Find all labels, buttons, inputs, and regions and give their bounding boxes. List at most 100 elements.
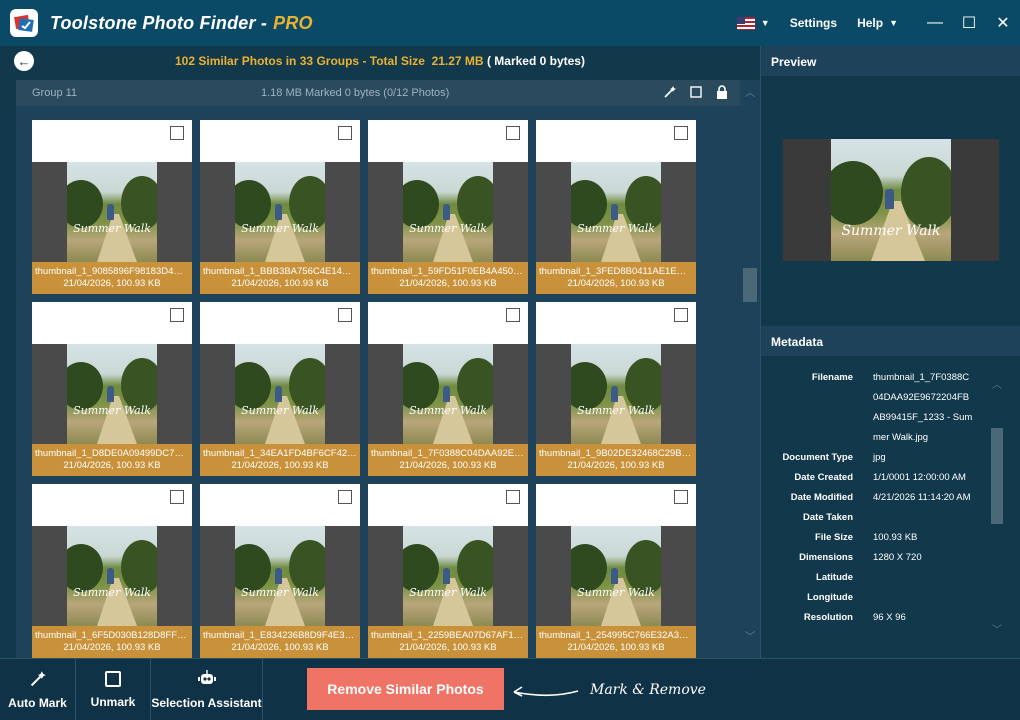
photo-card[interactable]: Summer Walk thumbnail_1_59FD51F0EB4A4507C… bbox=[368, 120, 528, 294]
photo-checkbox[interactable] bbox=[506, 308, 520, 322]
photo-filename: thumbnail_1_D8DE0A09499DC76D... bbox=[35, 448, 192, 459]
metadata-key: Date Created bbox=[794, 472, 853, 483]
photo-checkbox[interactable] bbox=[674, 490, 688, 504]
photo-thumbnail[interactable]: Summer Walk bbox=[200, 344, 360, 444]
language-flag-icon[interactable] bbox=[736, 16, 755, 30]
photo-checkbox[interactable] bbox=[674, 308, 688, 322]
photo-card[interactable]: Summer Walk thumbnail_1_9085896F98183D4A2… bbox=[32, 120, 192, 294]
metadata-row: Resolution 96 X 96 bbox=[761, 608, 991, 628]
photo-filename: thumbnail_1_59FD51F0EB4A4507C... bbox=[371, 266, 528, 277]
metadata-scrollbar-thumb[interactable] bbox=[991, 428, 1003, 524]
photo-footer: thumbnail_1_6F5D030B128D8FF8B... 21/04/20… bbox=[32, 626, 192, 658]
selection-assistant-button[interactable]: Selection Assistant bbox=[151, 659, 263, 720]
remove-similar-photos-button[interactable]: Remove Similar Photos bbox=[307, 668, 504, 710]
metadata-row: Filename thumbnail_1_7F0388C04DAA92E96722… bbox=[761, 368, 991, 448]
unmark-checkbox-icon bbox=[105, 671, 121, 687]
metadata-row: Latitude bbox=[761, 568, 991, 588]
photo-caption: Summer Walk bbox=[73, 222, 151, 235]
group-name: Group 11 bbox=[32, 87, 78, 99]
photo-thumbnail[interactable]: Summer Walk bbox=[200, 526, 360, 626]
group-scrollbar[interactable]: ︿ ﹀ bbox=[740, 80, 760, 658]
lock-icon[interactable] bbox=[714, 84, 730, 100]
photo-checkbox[interactable] bbox=[170, 126, 184, 140]
unmark-button[interactable]: Unmark bbox=[76, 659, 151, 720]
auto-mark-label: Auto Mark bbox=[8, 696, 67, 710]
metadata-value: 96 X 96 bbox=[873, 612, 906, 623]
photo-checkbox[interactable] bbox=[170, 308, 184, 322]
language-dropdown-caret-icon[interactable]: ▼ bbox=[761, 18, 770, 28]
maximize-button[interactable]: ☐ bbox=[952, 0, 986, 46]
photo-footer: thumbnail_1_9B02DE32468C29B22... 21/04/20… bbox=[536, 444, 696, 476]
photo-caption: Summer Walk bbox=[409, 586, 487, 599]
photo-thumbnail[interactable]: Summer Walk bbox=[32, 526, 192, 626]
mark-remove-hint: Mark & Remove bbox=[590, 682, 706, 698]
settings-menu[interactable]: Settings bbox=[790, 16, 837, 30]
meta-scroll-up-icon[interactable]: ︿ bbox=[989, 376, 1005, 391]
photo-thumbnail[interactable]: Summer Walk bbox=[32, 162, 192, 262]
photo-caption: Summer Walk bbox=[577, 222, 655, 235]
magic-wand-icon[interactable] bbox=[662, 84, 678, 100]
photo-checkbox[interactable] bbox=[338, 308, 352, 322]
photo-checkbox[interactable] bbox=[170, 490, 184, 504]
select-all-checkbox-icon[interactable] bbox=[688, 84, 704, 100]
group-info: 1.18 MB Marked 0 bytes (0/12 Photos) bbox=[261, 87, 450, 99]
preview-caption: Summer Walk bbox=[841, 223, 941, 239]
photo-thumbnail[interactable]: Summer Walk bbox=[200, 162, 360, 262]
photo-card[interactable]: Summer Walk thumbnail_1_D8DE0A09499DC76D.… bbox=[32, 302, 192, 476]
photo-thumbnail[interactable]: Summer Walk bbox=[368, 526, 528, 626]
metadata-row: Dimensions 1280 X 720 bbox=[761, 548, 991, 568]
metadata-key: Filename bbox=[811, 372, 853, 383]
photo-card[interactable]: Summer Walk thumbnail_1_2259BEA07D67AF12F… bbox=[368, 484, 528, 658]
photo-card[interactable]: Summer Walk thumbnail_1_254995C766E32A358… bbox=[536, 484, 696, 658]
photo-checkbox[interactable] bbox=[506, 490, 520, 504]
scrollbar-thumb[interactable] bbox=[743, 268, 757, 302]
metadata-value: 1280 X 720 bbox=[873, 552, 922, 563]
photo-thumbnail[interactable]: Summer Walk bbox=[32, 344, 192, 444]
photo-card[interactable]: Summer Walk thumbnail_1_9B02DE32468C29B22… bbox=[536, 302, 696, 476]
photo-thumbnail[interactable]: Summer Walk bbox=[536, 344, 696, 444]
photo-thumbnail[interactable]: Summer Walk bbox=[368, 344, 528, 444]
metadata-row: Date Created 1/1/0001 12:00:00 AM bbox=[761, 468, 991, 488]
auto-mark-button[interactable]: Auto Mark bbox=[0, 659, 76, 720]
metadata-value: 4/21/2026 11:14:20 AM bbox=[873, 492, 971, 503]
metadata-list: Filename thumbnail_1_7F0388C04DAA92E96722… bbox=[761, 368, 991, 628]
photo-caption: Summer Walk bbox=[409, 222, 487, 235]
summary-count: 102 bbox=[175, 54, 196, 68]
close-button[interactable]: ✕ bbox=[986, 0, 1020, 46]
photo-meta: 21/04/2026, 100.93 KB bbox=[63, 460, 161, 471]
photo-checkbox[interactable] bbox=[506, 126, 520, 140]
photo-card[interactable]: Summer Walk thumbnail_1_7F0388C04DAA92E96… bbox=[368, 302, 528, 476]
summary-photos-label: Similar Photos in bbox=[198, 54, 297, 68]
photo-checkbox[interactable] bbox=[674, 126, 688, 140]
photo-card[interactable]: Summer Walk thumbnail_1_34EA1FD4BF6CF4271… bbox=[200, 302, 360, 476]
metadata-scrollbar[interactable]: ︿ ﹀ bbox=[989, 376, 1005, 636]
scroll-up-icon[interactable]: ︿ bbox=[740, 84, 760, 100]
photo-card[interactable]: Summer Walk thumbnail_1_3FED8B0411AE1EC1.… bbox=[536, 120, 696, 294]
metadata-row: Date Modified 4/21/2026 11:14:20 AM bbox=[761, 488, 991, 508]
photo-footer: thumbnail_1_2259BEA07D67AF12F... 21/04/20… bbox=[368, 626, 528, 658]
photo-caption: Summer Walk bbox=[241, 586, 319, 599]
photo-caption: Summer Walk bbox=[409, 404, 487, 417]
help-menu[interactable]: Help ▼ bbox=[857, 16, 898, 30]
photo-card[interactable]: Summer Walk thumbnail_1_BBB3BA756C4E14F05… bbox=[200, 120, 360, 294]
help-caret-icon: ▼ bbox=[889, 18, 898, 28]
minimize-button[interactable]: — bbox=[918, 0, 952, 46]
photo-filename: thumbnail_1_2259BEA07D67AF12F... bbox=[371, 630, 528, 641]
metadata-key: Longitude bbox=[807, 592, 853, 603]
meta-scroll-down-icon[interactable]: ﹀ bbox=[989, 621, 1005, 636]
photo-thumbnail[interactable]: Summer Walk bbox=[536, 162, 696, 262]
metadata-value: 1/1/0001 12:00:00 AM bbox=[873, 472, 966, 483]
metadata-value bbox=[873, 588, 973, 608]
scroll-down-icon[interactable]: ﹀ bbox=[740, 628, 760, 644]
photo-caption: Summer Walk bbox=[577, 404, 655, 417]
right-panel: Preview Summer Walk Metadata Filename thu… bbox=[760, 46, 1020, 658]
photo-checkbox[interactable] bbox=[338, 490, 352, 504]
photo-card[interactable]: Summer Walk thumbnail_1_E834236B8D9F4E344… bbox=[200, 484, 360, 658]
photo-card[interactable]: Summer Walk thumbnail_1_6F5D030B128D8FF8B… bbox=[32, 484, 192, 658]
photo-filename: thumbnail_1_34EA1FD4BF6CF4271... bbox=[203, 448, 360, 459]
photo-checkbox[interactable] bbox=[338, 126, 352, 140]
photo-thumbnail[interactable]: Summer Walk bbox=[536, 526, 696, 626]
summary-groups: 33 bbox=[299, 54, 314, 68]
metadata-row: File Size 100.93 KB bbox=[761, 528, 991, 548]
photo-thumbnail[interactable]: Summer Walk bbox=[368, 162, 528, 262]
